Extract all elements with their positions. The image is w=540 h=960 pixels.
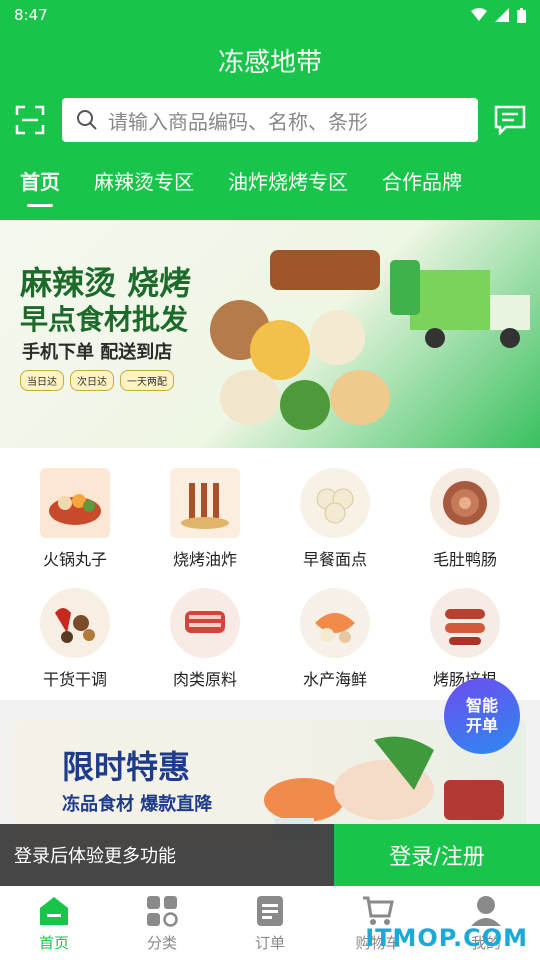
- status-icons: [471, 7, 526, 23]
- category-tabs: 首页 麻辣烫专区 油炸烧烤专区 合作品牌: [0, 150, 540, 220]
- message-icon[interactable]: [492, 102, 528, 138]
- hotpot-balls-icon: [40, 468, 110, 538]
- banner-tag: 次日达: [70, 370, 114, 391]
- bbq-skewers-icon: [170, 468, 240, 538]
- banner-tag: 当日达: [20, 370, 64, 391]
- category-hotpot-balls[interactable]: 火锅丸子: [10, 468, 140, 570]
- signal-icon: [495, 8, 509, 22]
- category-raw-meat[interactable]: 肉类原料: [140, 588, 270, 690]
- watermark: ITMOP.COM: [365, 924, 528, 952]
- banner-tag: 一天两配: [120, 370, 174, 391]
- tab-partner-brands[interactable]: 合作品牌: [382, 166, 462, 205]
- battery-icon: [517, 7, 526, 23]
- category-icon: [147, 895, 178, 927]
- food-image: [200, 240, 400, 440]
- login-prompt-text: 登录后体验更多功能: [0, 824, 334, 886]
- order-icon: [257, 895, 283, 926]
- category-label: 烧烤油炸: [172, 550, 237, 569]
- category-bbq-fried[interactable]: 烧烤油炸: [140, 468, 270, 570]
- smart-order-button[interactable]: 智能 开单: [444, 678, 520, 754]
- category-label: 早餐面点: [302, 550, 367, 569]
- search-icon: [77, 110, 97, 130]
- banner-subtitle: 早点食材批发: [20, 303, 189, 336]
- status-time: 8:47: [14, 6, 48, 24]
- category-dried-goods[interactable]: 干货干调: [10, 588, 140, 690]
- profile-icon: [471, 895, 501, 926]
- dumplings-icon: [300, 468, 370, 538]
- promo-banner[interactable]: 限时特惠 冻品食材 爆款直降: [14, 720, 526, 840]
- category-tripe[interactable]: 毛肚鸭肠: [400, 468, 530, 570]
- category-sausage[interactable]: 烤肠培根: [400, 588, 530, 690]
- banner-line: 手机下单 配送到店: [22, 342, 173, 363]
- sausage-icon: [430, 588, 500, 658]
- category-label: 毛肚鸭肠: [432, 550, 497, 569]
- status-bar: 8:47: [0, 0, 540, 30]
- dried-spices-icon: [40, 588, 110, 658]
- promo-title: 限时特惠: [62, 748, 191, 786]
- category-grid: 火锅丸子 烧烤油炸 早餐面点 毛肚鸭肠 干货干调 肉类原料 水产海鲜 烤肠培根: [0, 448, 540, 700]
- tab-fried-bbq[interactable]: 油炸烧烤专区: [228, 166, 348, 205]
- nav-category[interactable]: 分类: [108, 886, 216, 960]
- nav-home[interactable]: 首页: [0, 886, 108, 960]
- search-row: 请输入商品编码、名称、条形: [0, 90, 540, 150]
- category-label: 肉类原料: [172, 670, 237, 689]
- delivery-truck-icon: [390, 260, 530, 348]
- scan-icon[interactable]: [12, 102, 48, 138]
- wifi-icon: [471, 8, 487, 21]
- hero-banner[interactable]: 麻辣烫 烧烤 早点食材批发 手机下单 配送到店 当日达 次日达 一天两配: [0, 220, 540, 448]
- category-label: 干货干调: [42, 670, 107, 689]
- tripe-icon: [430, 468, 500, 538]
- category-label: 水产海鲜: [302, 670, 367, 689]
- raw-meat-icon: [170, 588, 240, 658]
- nav-label: 订单: [254, 933, 285, 952]
- home-icon: [40, 896, 68, 925]
- promo-subtitle: 冻品食材 爆款直降: [62, 794, 213, 815]
- login-register-button[interactable]: 登录/注册: [334, 824, 540, 886]
- app-title: 冻感地带: [217, 47, 322, 78]
- tab-home[interactable]: 首页: [20, 166, 60, 205]
- tab-malatang[interactable]: 麻辣烫专区: [94, 166, 194, 205]
- app-header: 冻感地带: [0, 30, 540, 90]
- nav-label: 首页: [38, 933, 69, 952]
- login-prompt-bar: 登录后体验更多功能 登录/注册: [0, 824, 540, 886]
- nav-orders[interactable]: 订单: [216, 886, 324, 960]
- category-seafood[interactable]: 水产海鲜: [270, 588, 400, 690]
- banner-tags: 当日达 次日达 一天两配: [20, 370, 174, 391]
- seafood-icon: [300, 588, 370, 658]
- nav-label: 分类: [146, 933, 177, 952]
- search-input[interactable]: 请输入商品编码、名称、条形: [62, 98, 478, 142]
- category-breakfast[interactable]: 早餐面点: [270, 468, 400, 570]
- cart-icon: [363, 896, 394, 925]
- search-placeholder: 请输入商品编码、名称、条形: [108, 109, 368, 134]
- category-label: 火锅丸子: [42, 550, 107, 569]
